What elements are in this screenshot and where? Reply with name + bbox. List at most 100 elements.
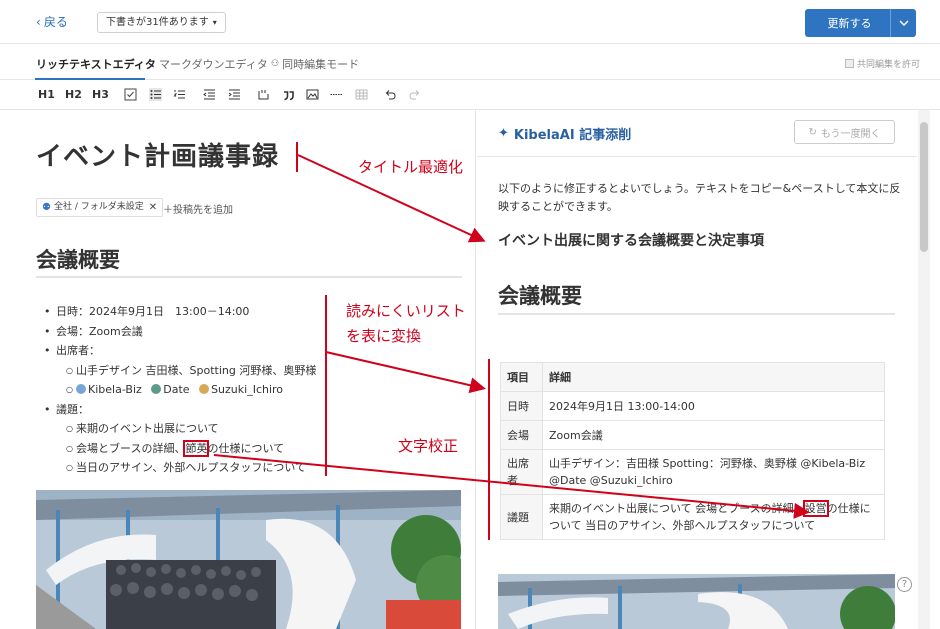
list-item: 当日のアサイン、外部ヘルプスタッフについて: [36, 458, 316, 478]
back-link[interactable]: ‹ 戻る: [36, 13, 68, 30]
editor-tabs: リッチテキストエディタ マークダウンエディタ ⚇ 同時編集モード 共同編集を許可: [0, 44, 940, 80]
panel-intro: 以下のように修正するとよいでしょう。テキストをコピー&ペーストして本文に反映する…: [498, 182, 901, 213]
table-value: 2024年9月1日 13:00-14:00: [542, 391, 885, 421]
mention-kibela[interactable]: Kibela-Biz: [88, 383, 142, 396]
table-key: 出席者: [500, 449, 543, 495]
sparkle-icon: ✦: [498, 126, 509, 141]
reopen-button[interactable]: ↻ もう一度開く: [794, 120, 895, 144]
correction-highlight: 設営: [802, 500, 829, 517]
outdent-icon[interactable]: [203, 88, 216, 101]
reopen-label: もう一度開く: [820, 128, 881, 140]
table-key: 日時: [500, 391, 543, 421]
table-key: 議題: [500, 494, 543, 540]
table-row: 項目 詳細: [500, 362, 885, 392]
quote-icon[interactable]: [282, 88, 295, 101]
annotation-list-table-1: 読みにくいリスト: [346, 302, 466, 320]
list-item: 出席者：: [36, 341, 316, 361]
agenda-text: 来期のイベント出展について 会場とブースの詳細、: [549, 502, 805, 515]
close-icon[interactable]: ✕: [149, 199, 157, 216]
document-title[interactable]: イベント計画議事録: [36, 136, 279, 173]
update-label: 更新する: [827, 17, 872, 30]
h2-button[interactable]: H2: [65, 88, 82, 101]
list-item: Kibela-Biz Date Suzuki_Ichiro: [36, 380, 316, 400]
indent-icon[interactable]: [228, 88, 241, 101]
summary-table: 項目 詳細 日時 2024年9月1日 13:00-14:00 会場 Zoom会議…: [500, 362, 885, 540]
editor-pane[interactable]: イベント計画議事録 ⚉ 全社 / フォルダ未設定 ✕ ＋投稿先を追加 会議概要 …: [0, 110, 476, 629]
update-button[interactable]: 更新する: [805, 9, 916, 37]
mention-date[interactable]: Date: [163, 383, 189, 396]
help-icon[interactable]: ?: [897, 577, 912, 592]
folder-tag-label: 全社 / フォルダ未設定: [53, 202, 144, 212]
refresh-icon: ↻: [808, 126, 817, 138]
table-row: 出席者 山手デザイン：吉田様 Spotting：河野様、奥野様 @Kibela-…: [500, 449, 885, 495]
table-row: 会場 Zoom会議: [500, 420, 885, 450]
checkbox-list-icon[interactable]: [124, 88, 137, 101]
draft-dropdown[interactable]: 下書きが31件あります ▾: [97, 12, 226, 33]
collab-permit-label: 共同編集を許可: [857, 60, 921, 70]
numbered-list-icon[interactable]: [173, 88, 186, 101]
tab-rich-text[interactable]: リッチテキストエディタ: [36, 56, 156, 72]
add-target-label: 投稿先を追加: [173, 205, 233, 216]
tab-collab-label: 同時編集モード: [282, 58, 360, 71]
chevron-down-icon[interactable]: [890, 9, 916, 37]
list-item: 来期のイベント出展について: [36, 419, 316, 439]
list-item: 会場：Zoom会議: [36, 322, 316, 342]
section-heading: 会議概要: [498, 284, 582, 308]
avatar: [76, 384, 86, 394]
avatar: [151, 384, 162, 394]
event-photo: [36, 490, 461, 629]
collab-permit-checkbox[interactable]: 共同編集を許可: [845, 57, 920, 70]
annotation-title-opt: タイトル最適化: [358, 158, 464, 176]
draft-label: 下書きが31件あります: [106, 17, 209, 28]
column-header: 詳細: [542, 362, 885, 392]
event-photo: [498, 574, 895, 629]
avatar: [199, 384, 210, 394]
table-value: 来期のイベント出展について 会場とブースの詳細、設営の仕様について 当日のアサイ…: [542, 494, 885, 540]
table-value: 山手デザイン：吉田様 Spotting：河野様、奥野様 @Kibela-Biz …: [542, 449, 885, 495]
folder-tag[interactable]: ⚉ 全社 / フォルダ未設定 ✕: [36, 198, 164, 217]
meeting-list: 日時：2024年9月1日 13:00－14:00 会場：Zoom会議 出席者： …: [36, 302, 316, 478]
format-toolbar: H1 H2 H3: [0, 80, 940, 110]
panel-title: ✦ KibelaAI 記事添削: [498, 124, 631, 143]
scrollbar-thumb[interactable]: [920, 122, 928, 252]
horizontal-rule-icon[interactable]: [330, 88, 343, 101]
table-icon[interactable]: [355, 88, 368, 101]
table-row: 議題 来期のイベント出展について 会場とブースの詳細、設営の仕様について 当日の…: [500, 494, 885, 540]
bullet-list-icon[interactable]: [149, 88, 162, 101]
panel-title-text: KibelaAI 記事添削: [513, 128, 632, 143]
h3-button[interactable]: H3: [92, 88, 109, 101]
column-header: 項目: [500, 362, 543, 392]
heading-divider: [498, 313, 895, 315]
mention-suzuki[interactable]: Suzuki_Ichiro: [211, 383, 283, 396]
tab-markdown[interactable]: マークダウンエディタ: [159, 56, 268, 72]
ai-review-panel: ✦ KibelaAI 記事添削 ↻ もう一度開く 以下のように修正するとよいでし…: [477, 110, 917, 629]
users-icon: ⚇: [271, 59, 280, 69]
plus-icon: ＋: [163, 205, 173, 216]
undo-icon[interactable]: [384, 88, 397, 101]
top-bar: ‹ 戻る 下書きが31件あります ▾ 更新する: [0, 0, 940, 44]
list-item: 議題：: [36, 400, 316, 420]
section-heading: 会議概要: [36, 248, 120, 272]
annotation-list-table-2: を表に変換: [346, 327, 422, 345]
group-icon: ⚉: [42, 202, 51, 213]
table-value: Zoom会議: [542, 420, 885, 450]
image-icon[interactable]: [306, 88, 319, 101]
table-key: 会場: [500, 420, 543, 450]
add-target-link[interactable]: ＋投稿先を追加: [163, 201, 233, 216]
list-item: 日時：2024年9月1日 13:00－14:00: [36, 302, 316, 322]
list-item: 会場とブースの詳細、節英の仕様について: [36, 439, 316, 459]
chevron-down-icon: ▾: [212, 18, 217, 27]
table-row: 日時 2024年9月1日 13:00-14:00: [500, 391, 885, 421]
suggested-title: イベント出展に関する会議概要と決定事項: [498, 233, 764, 249]
panel-scrollbar[interactable]: [918, 110, 930, 629]
code-block-icon[interactable]: [257, 88, 270, 101]
agenda-text: の仕様について: [207, 441, 285, 455]
back-label: 戻る: [43, 15, 68, 29]
tab-collab-mode[interactable]: ⚇ 同時編集モード: [271, 56, 359, 72]
h1-button[interactable]: H1: [38, 88, 55, 101]
panel-divider: [477, 156, 917, 157]
chevron-left-icon: ‹: [36, 14, 41, 29]
redo-icon[interactable]: [408, 88, 421, 101]
typo-highlight: 節英: [183, 439, 210, 457]
annotation-proofread: 文字校正: [398, 437, 459, 455]
